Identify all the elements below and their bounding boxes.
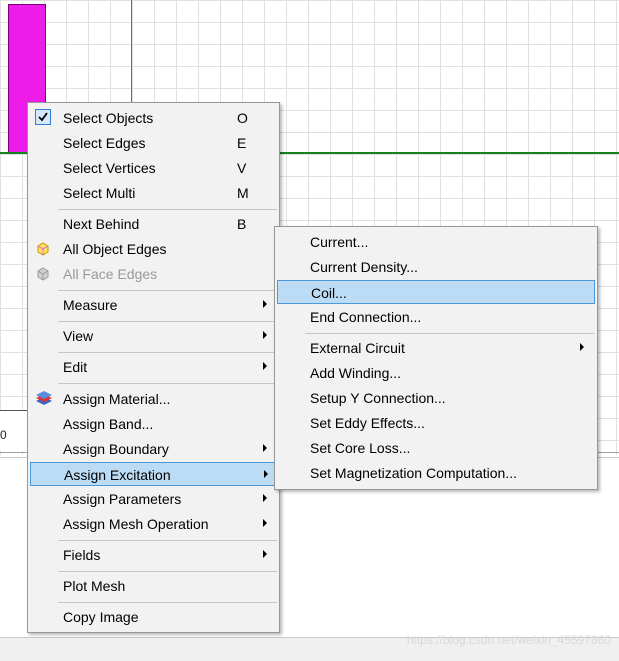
menu-item-fields[interactable]: Fields [30, 543, 277, 567]
menu-separator [58, 321, 277, 322]
submenu-item-coil[interactable]: Coil... [277, 280, 595, 304]
submenu-item-setup-y-connection[interactable]: Setup Y Connection... [277, 386, 595, 410]
watermark: https://blog.csdn.net/weixin_45597860 [406, 633, 611, 647]
menu-separator [58, 602, 277, 603]
menu-item-next-behind[interactable]: Next Behind B [30, 212, 277, 236]
menu-separator [58, 209, 277, 210]
menu-separator [58, 571, 277, 572]
submenu-item-external-circuit[interactable]: External Circuit [277, 336, 595, 360]
menu-item-measure[interactable]: Measure [30, 293, 277, 317]
submenu-arrow-icon [263, 494, 267, 502]
material-layers-icon [35, 391, 52, 407]
context-menu: Select Objects O Select Edges E Select V… [27, 102, 280, 633]
menu-item-assign-excitation[interactable]: Assign Excitation [30, 462, 277, 486]
excitation-submenu: Current... Current Density... Coil... En… [274, 226, 598, 490]
edges-cube-icon [35, 241, 51, 257]
submenu-item-add-winding[interactable]: Add Winding... [277, 361, 595, 385]
menu-item-select-edges[interactable]: Select Edges E [30, 131, 277, 155]
menu-item-view[interactable]: View [30, 324, 277, 348]
menu-item-all-face-edges[interactable]: All Face Edges [30, 262, 277, 286]
submenu-arrow-icon [263, 300, 267, 308]
submenu-arrow-icon [263, 550, 267, 558]
submenu-arrow-icon [263, 519, 267, 527]
menu-item-copy-image[interactable]: Copy Image [30, 605, 277, 629]
menu-separator [58, 383, 277, 384]
menu-item-edit[interactable]: Edit [30, 355, 277, 379]
submenu-item-current-density[interactable]: Current Density... [277, 255, 595, 279]
axis-label: 0 [0, 428, 7, 442]
submenu-arrow-icon [263, 444, 267, 452]
faces-cube-icon [35, 266, 51, 282]
submenu-arrow-icon [264, 470, 268, 478]
submenu-item-set-core-loss[interactable]: Set Core Loss... [277, 436, 595, 460]
submenu-item-current[interactable]: Current... [277, 230, 595, 254]
menu-item-select-multi[interactable]: Select Multi M [30, 181, 277, 205]
submenu-arrow-icon [580, 343, 584, 351]
menu-separator [58, 352, 277, 353]
submenu-arrow-icon [263, 331, 267, 339]
menu-item-assign-material[interactable]: Assign Material... [30, 387, 277, 411]
submenu-item-set-magnetization-computation[interactable]: Set Magnetization Computation... [277, 461, 595, 485]
menu-item-assign-boundary[interactable]: Assign Boundary [30, 437, 277, 461]
menu-item-all-object-edges[interactable]: All Object Edges [30, 237, 277, 261]
menu-separator [58, 540, 277, 541]
submenu-item-end-connection[interactable]: End Connection... [277, 305, 595, 329]
submenu-item-set-eddy-effects[interactable]: Set Eddy Effects... [277, 411, 595, 435]
check-icon [35, 109, 51, 125]
menu-item-select-objects[interactable]: Select Objects O [30, 106, 277, 130]
menu-item-assign-mesh-operation[interactable]: Assign Mesh Operation [30, 512, 277, 536]
submenu-arrow-icon [263, 362, 267, 370]
menu-item-plot-mesh[interactable]: Plot Mesh [30, 574, 277, 598]
menu-item-assign-band[interactable]: Assign Band... [30, 412, 277, 436]
menu-item-assign-parameters[interactable]: Assign Parameters [30, 487, 277, 511]
menu-separator [305, 333, 594, 334]
menu-separator [58, 290, 277, 291]
menu-item-select-vertices[interactable]: Select Vertices V [30, 156, 277, 180]
object-edge-line [131, 0, 132, 110]
